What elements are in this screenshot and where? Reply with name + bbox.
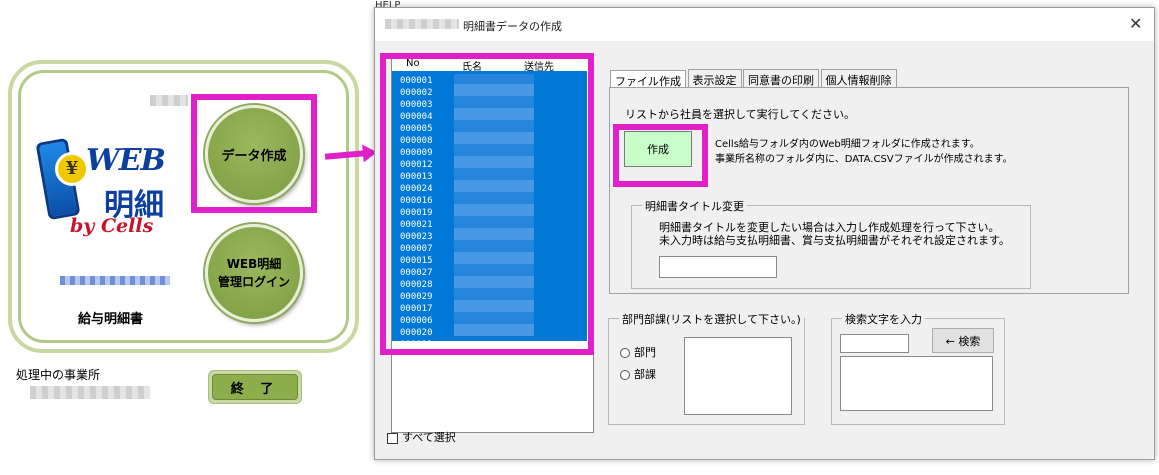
instruction-text: リストから社員を選択して実行してください。 bbox=[625, 108, 856, 121]
highlight-create-button bbox=[191, 94, 317, 213]
highlight-employee-list bbox=[380, 53, 594, 355]
search-input[interactable] bbox=[840, 334, 909, 353]
redacted-company-name bbox=[150, 95, 188, 106]
select-all-checkbox[interactable]: すべて選択 bbox=[387, 429, 456, 445]
search-group-label: 検索文字を入力 bbox=[842, 311, 925, 327]
dept-group-label: 部門部課(リストを選択して下さい。) bbox=[619, 311, 804, 327]
dialog-title: 明細書データの作成 bbox=[463, 20, 562, 33]
redacted-title-prefix bbox=[385, 19, 459, 29]
make-note-1: Cells給与フォルダ内のWeb明細フォルダに作成されます。 bbox=[715, 139, 980, 150]
search-button[interactable]: ← 検索 bbox=[932, 328, 994, 353]
logo-by-cells: by Cells bbox=[70, 215, 154, 237]
search-results-list[interactable] bbox=[840, 356, 993, 411]
title-change-group-label: 明細書タイトル変更 bbox=[642, 198, 747, 214]
make-note-2: 事業所名称のフォルダ内に、DATA.CSVファイルが作成されます。 bbox=[715, 154, 1013, 165]
radio-icon[interactable] bbox=[620, 348, 630, 358]
title-change-desc: 明細書タイトルを変更したい場合は入力し作成処理を行って下さい。 未入力時は給与支… bbox=[659, 221, 1010, 247]
title-input[interactable] bbox=[659, 256, 777, 278]
redacted-office-name bbox=[30, 386, 150, 399]
checkbox-icon[interactable] bbox=[387, 432, 398, 444]
payslip-label: 給与明細書 bbox=[78, 312, 144, 327]
radio-dept[interactable]: 部門 bbox=[620, 344, 656, 360]
end-button[interactable]: 終 了 bbox=[208, 370, 302, 404]
web-admin-login-button[interactable]: WEB明細 管理ログイン bbox=[205, 224, 303, 322]
dialog-titlebar: 明細書データの作成 ✕ bbox=[375, 8, 1154, 41]
logo-yen-icon: ¥ bbox=[55, 152, 89, 186]
radio-section[interactable]: 部課 bbox=[620, 366, 656, 382]
select-all-label: すべて選択 bbox=[402, 431, 456, 444]
logo-web-text: WEB bbox=[86, 143, 166, 178]
highlight-make-button bbox=[613, 124, 708, 187]
redacted-url bbox=[60, 276, 170, 285]
processing-office-label: 処理中の事業所 bbox=[16, 368, 101, 382]
close-icon[interactable]: ✕ bbox=[1129, 14, 1142, 33]
dept-list[interactable] bbox=[684, 337, 792, 415]
radio-icon[interactable] bbox=[620, 370, 630, 380]
create-data-dialog: 明細書データの作成 ✕ No 氏名 送信先 000001 000002 000003… bbox=[374, 7, 1155, 460]
